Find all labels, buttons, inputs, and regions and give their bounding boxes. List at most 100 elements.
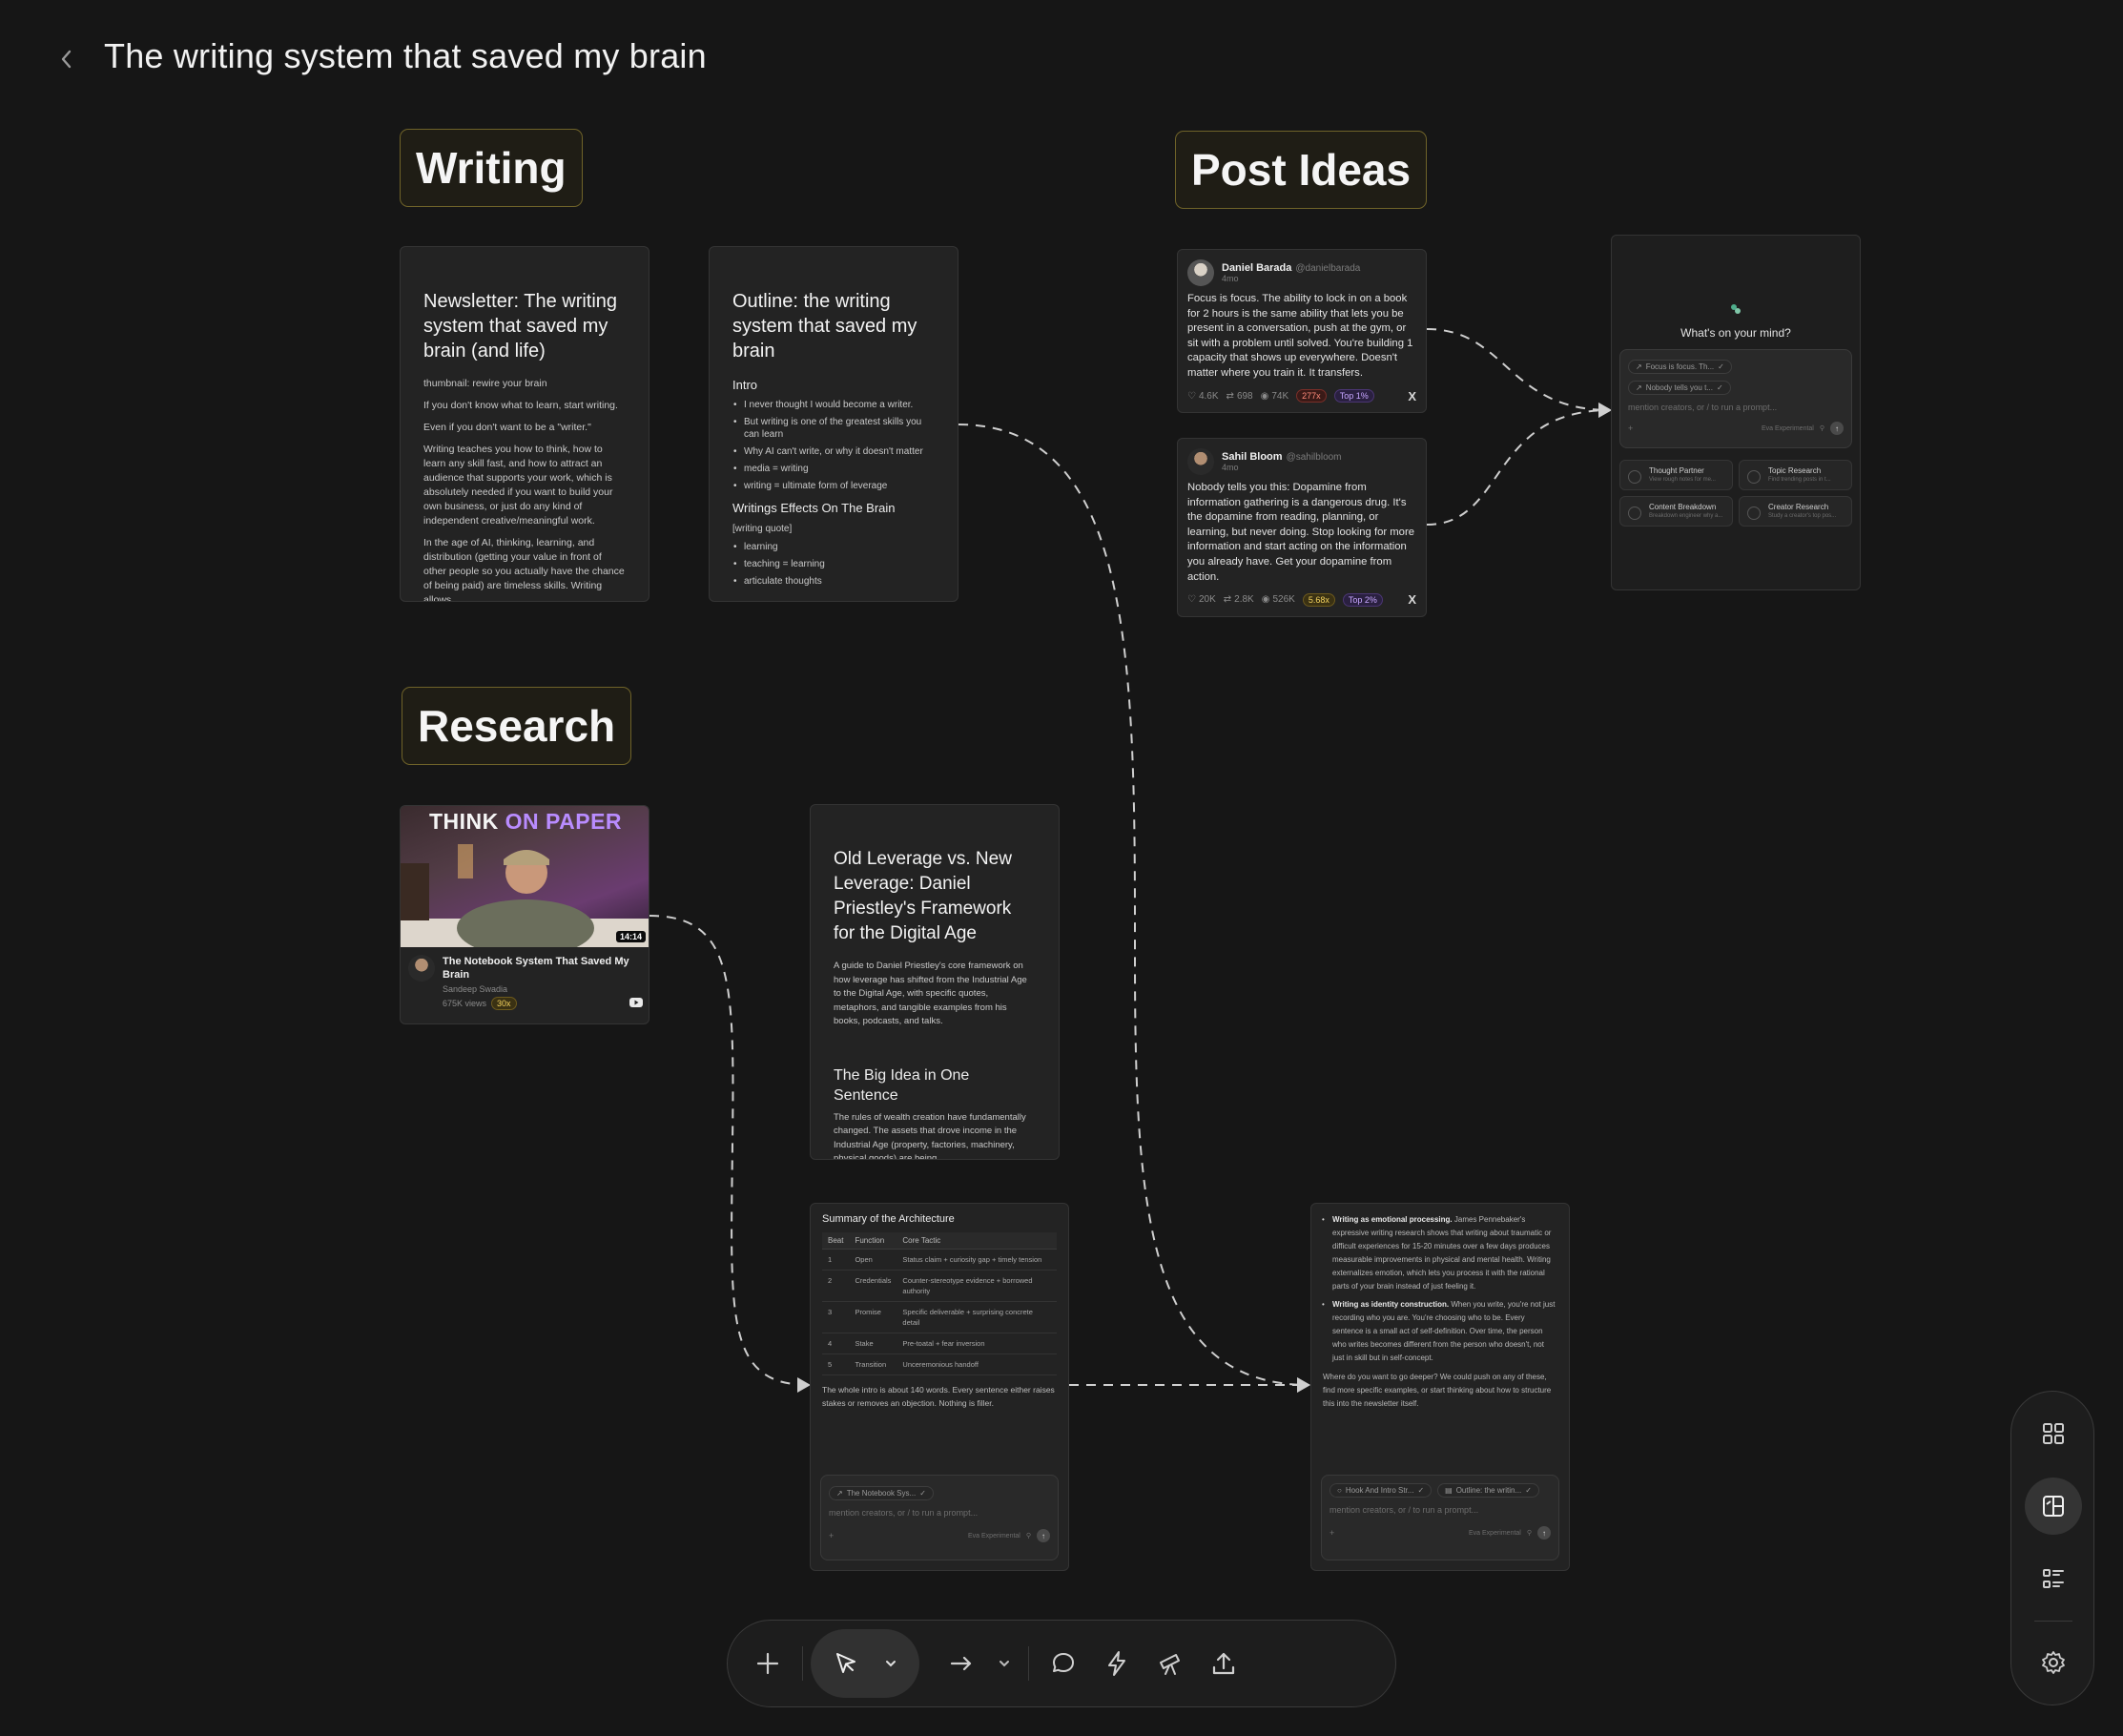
add-button[interactable] <box>741 1637 794 1690</box>
tweet-likes: 4.6K <box>1198 390 1219 402</box>
plus-icon <box>756 1652 779 1675</box>
doc-list-item: media = writing <box>733 463 935 475</box>
tool-topic-research[interactable]: Topic Research Find trending posts in t..… <box>1739 460 1852 490</box>
context-chip-label: Outline: the writin... <box>1455 1486 1522 1495</box>
outline-doc-card[interactable]: Outline: the writing system that saved m… <box>709 246 958 602</box>
section-label-post-ideas[interactable]: Post Ideas <box>1175 131 1428 209</box>
comment-icon <box>1053 1653 1074 1672</box>
heart-icon: ♡ <box>1187 390 1196 402</box>
doc-paragraph: Even if you don't want to be a "writer." <box>423 422 591 433</box>
context-chip[interactable]: ↗ The Notebook Sys... ✓ <box>829 1486 934 1500</box>
chat-input-box[interactable]: ↗ Focus is focus. Th... ✓ ↗ Nobody tells yo… <box>1619 349 1852 448</box>
tool-subtitle: View rough notes for me... <box>1649 477 1716 483</box>
grid-view-button[interactable] <box>2025 1405 2082 1462</box>
tweet-card[interactable]: Daniel Barada @danielbarada 4mo Focus is … <box>1177 249 1427 413</box>
context-chip-label: Hook And Intro Str... <box>1345 1486 1414 1495</box>
comment-icon: ○ <box>1337 1486 1342 1495</box>
tweet-views: 526K <box>1272 594 1295 606</box>
section-label-writing[interactable]: Writing <box>400 129 583 207</box>
list-view-button[interactable] <box>2025 1550 2082 1607</box>
channel-avatar <box>408 955 435 982</box>
connector-options-button[interactable] <box>988 1637 1020 1690</box>
link-icon: ↗ <box>836 1489 843 1498</box>
chat-input-placeholder[interactable]: mention creators, or / to run a prompt..… <box>1628 403 1844 412</box>
divider <box>1028 1646 1029 1681</box>
lightning-icon <box>1108 1651 1125 1676</box>
leverage-doc-card[interactable]: Old Leverage vs. New Leverage: Daniel Pr… <box>810 804 1060 1160</box>
architecture-chat-card[interactable]: Summary of the Architecture Beat Functio… <box>810 1203 1069 1571</box>
chevron-down-icon[interactable] <box>883 1656 898 1671</box>
section-label-research[interactable]: Research <box>402 687 632 765</box>
newsletter-doc-card[interactable]: Newsletter: The writing system that save… <box>400 246 649 602</box>
mic-icon[interactable]: ⚲ <box>1820 424 1824 432</box>
tweet-views: 74K <box>1271 390 1289 402</box>
repost-icon: ⇄ <box>1223 594 1232 606</box>
outlier-badge: 30x <box>491 997 517 1010</box>
context-chip-label: The Notebook Sys... <box>846 1489 917 1498</box>
x-logo-icon[interactable]: X <box>1408 592 1416 607</box>
select-tool-button[interactable] <box>811 1629 919 1698</box>
table-header: Beat <box>822 1232 850 1250</box>
upload-tool-button[interactable] <box>1197 1637 1250 1690</box>
doc-paragraph: The rules of wealth creation have fundam… <box>834 1111 1026 1160</box>
connector-tweet1-to-mind <box>1426 328 1612 418</box>
tool-thought-partner[interactable]: Thought Partner View rough notes for me..… <box>1619 460 1733 490</box>
youtube-icon[interactable] <box>629 998 643 1009</box>
tweet-card[interactable]: Sahil Bloom @sahilbloom 4mo Nobody tells … <box>1177 438 1427 617</box>
context-chip-label: Focus is focus. Th... <box>1645 362 1715 371</box>
x-logo-icon[interactable]: X <box>1408 389 1416 403</box>
model-selector[interactable]: Eva Experimental <box>1469 1530 1521 1537</box>
doc-paragraph: In the age of AI, thinking, learning, an… <box>423 537 625 602</box>
doc-icon: ▤ <box>1445 1486 1453 1495</box>
comment-tool-button[interactable] <box>1037 1637 1090 1690</box>
canvas-view-button[interactable] <box>2025 1478 2082 1535</box>
context-chip[interactable]: ↗ Nobody tells you t... ✓ <box>1628 381 1731 395</box>
chat-prompt-question: What's on your mind? <box>1680 326 1791 340</box>
mic-icon[interactable]: ⚲ <box>1026 1532 1031 1540</box>
add-icon[interactable]: + <box>1628 424 1633 433</box>
chat-input-placeholder[interactable]: mention creators, or / to run a prompt..… <box>1329 1505 1551 1515</box>
lightning-tool-button[interactable] <box>1090 1637 1144 1690</box>
tool-creator-research[interactable]: Creator Research Study a creator's top po… <box>1739 496 1852 527</box>
send-icon[interactable]: ↑ <box>1037 1529 1050 1542</box>
table-header: Core Tactic <box>897 1232 1057 1250</box>
model-selector[interactable]: Eva Experimental <box>968 1533 1020 1540</box>
table-row: 1 Open Status claim + curiosity gap + time… <box>822 1249 1057 1271</box>
doc-heading: The Big Idea in One Sentence <box>834 1066 970 1104</box>
context-chip[interactable]: ▤ Outline: the writin... ✓ <box>1437 1483 1539 1498</box>
eye-icon: ◉ <box>1260 390 1269 402</box>
video-thumbnail[interactable]: THINK ON PAPER 14:14 <box>401 806 649 947</box>
telescope-icon <box>1160 1654 1180 1675</box>
video-channel: Sandeep Swadia <box>443 984 508 994</box>
writing-research-chat-card[interactable]: Writing as emotional processing. James P… <box>1310 1203 1570 1571</box>
model-selector[interactable]: Eva Experimental <box>1762 425 1814 432</box>
cursor-icon <box>836 1653 855 1673</box>
context-chip[interactable]: ○ Hook And Intro Str... ✓ <box>1329 1483 1433 1498</box>
mic-icon[interactable]: ⚲ <box>1527 1529 1532 1537</box>
chat-input-box[interactable]: ↗ The Notebook Sys... ✓ mention creators, … <box>820 1475 1059 1560</box>
tool-content-breakdown[interactable]: Content Breakdown Breakdown engineer why … <box>1619 496 1733 527</box>
telescope-tool-button[interactable] <box>1144 1637 1197 1690</box>
settings-button[interactable] <box>2025 1634 2082 1691</box>
doc-paragraph: Writing teaches you how to think, how to… <box>423 444 613 527</box>
send-icon[interactable]: ↑ <box>1830 422 1844 435</box>
chat-panel-card[interactable]: What's on your mind? ↗ Focus is focus. Th… <box>1611 235 1861 590</box>
heart-icon: ♡ <box>1187 594 1196 606</box>
add-icon[interactable]: + <box>1329 1528 1334 1538</box>
tool-icon <box>1747 506 1761 520</box>
divider <box>802 1646 803 1681</box>
table-row: 5 Transition Unceremonious handoff <box>822 1354 1057 1375</box>
send-icon[interactable]: ↑ <box>1537 1526 1551 1540</box>
grid-icon <box>2043 1423 2064 1444</box>
rank-badge: Top 2% <box>1342 592 1383 607</box>
context-chip[interactable]: ↗ Focus is focus. Th... ✓ <box>1628 360 1732 374</box>
bottom-toolbar <box>727 1620 1396 1707</box>
connector-tool-button[interactable] <box>935 1637 988 1690</box>
research-bullet: Writing as emotional processing. James P… <box>1322 1213 1557 1293</box>
chat-input-placeholder[interactable]: mention creators, or / to run a prompt..… <box>829 1508 1050 1518</box>
add-icon[interactable]: + <box>829 1531 834 1540</box>
chat-input-box[interactable]: ○ Hook And Intro Str... ✓ ▤ Outline: the wr… <box>1321 1475 1559 1560</box>
tweet-time: 4mo <box>1222 463 1239 472</box>
video-card[interactable]: THINK ON PAPER 14:14 The Notebook System… <box>400 805 649 1024</box>
video-views: 675K views <box>443 999 487 1008</box>
